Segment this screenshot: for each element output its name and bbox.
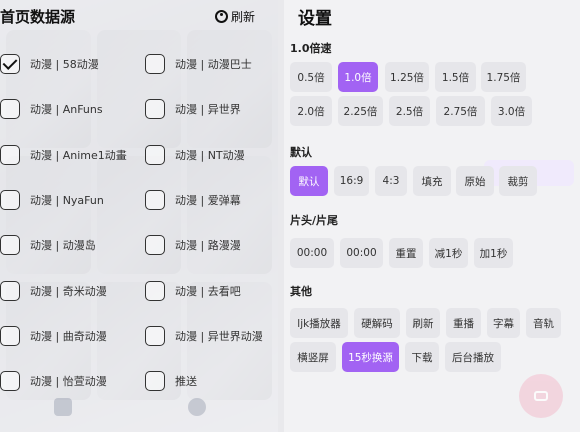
source-label: 动漫 | 动漫巴士 [175, 58, 252, 71]
audio-track-option[interactable]: 音轨 [526, 308, 561, 338]
source-item[interactable]: 动漫 | 异世界 [145, 97, 241, 121]
checkbox[interactable] [0, 190, 20, 210]
source-item[interactable]: 动漫 | 曲奇动漫 [0, 324, 107, 348]
aspect-option[interactable]: 默认 [290, 166, 328, 196]
source-item[interactable]: 动漫 | 爱弹幕 [145, 188, 241, 212]
source-item[interactable]: 动漫 | 动漫岛 [0, 233, 96, 257]
other-label: 其他 [290, 285, 312, 298]
source-label: 动漫 | 动漫岛 [30, 239, 96, 252]
settings-title: 设置 [298, 9, 332, 29]
plus-one-second-button[interactable]: 加1秒 [474, 238, 513, 268]
aspect-option[interactable]: 原始 [456, 166, 494, 196]
checkbox[interactable] [145, 190, 165, 210]
checkbox[interactable] [145, 145, 165, 165]
replay-option[interactable]: 重播 [446, 308, 481, 338]
source-label: 动漫 | 奇米动漫 [30, 285, 107, 298]
source-item[interactable]: 动漫 | 去看吧 [145, 279, 241, 303]
checkbox[interactable] [0, 371, 20, 391]
refresh-option[interactable]: 刷新 [406, 308, 440, 338]
checkbox[interactable] [145, 281, 165, 301]
speed-option[interactable]: 1.5倍 [435, 62, 476, 92]
checkbox[interactable] [145, 235, 165, 255]
aspect-option[interactable]: 4:3 [375, 166, 407, 196]
speed-option[interactable]: 2.75倍 [436, 96, 485, 126]
refresh-label: 刷新 [231, 10, 256, 24]
speed-option[interactable]: 3.0倍 [491, 96, 532, 126]
source-label: 推送 [175, 375, 197, 388]
checkbox[interactable] [0, 281, 20, 301]
source-label: 动漫 | Anime1动畫 [30, 149, 127, 162]
aspect-option[interactable]: 填充 [413, 166, 451, 196]
ijk-player-option[interactable]: ljk播放器 [290, 308, 348, 338]
download-option[interactable]: 下载 [405, 342, 439, 372]
speed-option[interactable]: 2.0倍 [290, 96, 332, 126]
skip-label: 片头/片尾 [290, 214, 339, 227]
aspect-label: 默认 [290, 146, 312, 159]
source-label: 动漫 | 去看吧 [175, 285, 241, 298]
hw-decode-option[interactable]: 硬解码 [354, 308, 400, 338]
source-item[interactable]: 动漫 | NyaFun [0, 188, 104, 212]
source-item[interactable]: 动漫 | NT动漫 [145, 143, 245, 167]
speed-option[interactable]: 2.25倍 [338, 96, 383, 126]
speed-option[interactable]: 1.75倍 [481, 62, 526, 92]
speed-label: 1.0倍速 [290, 42, 332, 55]
source-item[interactable]: 动漫 | Anime1动畫 [0, 143, 127, 167]
data-source-panel: 首页数据源 刷新 动漫 | 58动漫 动漫 | 动漫巴士 动漫 | AnFuns… [0, 0, 278, 432]
chat-icon [534, 391, 548, 401]
profile-icon [188, 398, 206, 416]
source-label: 动漫 | AnFuns [30, 103, 103, 116]
checkbox[interactable] [145, 99, 165, 119]
checkbox[interactable] [0, 235, 20, 255]
source-label: 动漫 | 路漫漫 [175, 239, 241, 252]
subtitle-option[interactable]: 字幕 [487, 308, 520, 338]
rotate-option[interactable]: 横竖屏 [290, 342, 336, 372]
checkbox[interactable] [0, 145, 20, 165]
speed-option[interactable]: 0.5倍 [290, 62, 332, 92]
bottom-tab-bar [40, 396, 240, 430]
source-label: 动漫 | 58动漫 [30, 58, 99, 71]
refresh-icon [215, 10, 228, 23]
source-label: 动漫 | 怡萱动漫 [30, 375, 107, 388]
data-source-title: 首页数据源 [0, 8, 76, 26]
aspect-option[interactable]: 16:9 [334, 166, 369, 196]
checkbox[interactable] [145, 371, 165, 391]
source-label: 动漫 | NT动漫 [175, 149, 245, 162]
source-item[interactable]: 动漫 | 路漫漫 [145, 233, 241, 257]
source-item[interactable]: 动漫 | AnFuns [0, 97, 103, 121]
floating-action-button[interactable] [519, 374, 563, 418]
outro-time[interactable]: 00:00 [340, 238, 383, 268]
source-label: 动漫 | 异世界 [175, 103, 241, 116]
source-switch-option[interactable]: 15秒换源 [342, 342, 399, 372]
source-item[interactable]: 推送 [145, 369, 197, 393]
home-icon [54, 398, 72, 416]
aspect-option[interactable]: 裁剪 [499, 166, 537, 196]
checkbox[interactable] [145, 326, 165, 346]
checkbox[interactable] [0, 54, 20, 74]
data-source-header: 首页数据源 刷新 [0, 6, 278, 30]
intro-time[interactable]: 00:00 [290, 238, 334, 268]
source-label: 动漫 | 曲奇动漫 [30, 330, 107, 343]
checkbox[interactable] [0, 99, 20, 119]
source-item[interactable]: 动漫 | 动漫巴士 [145, 52, 252, 76]
minus-one-second-button[interactable]: 减1秒 [429, 238, 468, 268]
source-item[interactable]: 动漫 | 怡萱动漫 [0, 369, 107, 393]
source-label: 动漫 | NyaFun [30, 194, 104, 207]
player-settings-panel: 设置 1.0倍速 0.5倍 1.0倍 1.25倍 1.5倍 1.75倍 2.0倍… [284, 0, 580, 432]
refresh-button[interactable]: 刷新 [215, 8, 255, 25]
source-label: 动漫 | 爱弹幕 [175, 194, 241, 207]
checkbox[interactable] [0, 326, 20, 346]
speed-option[interactable]: 1.25倍 [385, 62, 429, 92]
speed-option[interactable]: 1.0倍 [338, 62, 378, 92]
source-item[interactable]: 动漫 | 58动漫 [0, 52, 99, 76]
background-play-option[interactable]: 后台播放 [445, 342, 501, 372]
reset-button[interactable]: 重置 [389, 238, 423, 268]
checkbox[interactable] [145, 54, 165, 74]
data-source-content: 首页数据源 刷新 动漫 | 58动漫 动漫 | 动漫巴士 动漫 | AnFuns… [0, 0, 278, 432]
source-item[interactable]: 动漫 | 异世界动漫 [145, 324, 263, 348]
source-item[interactable]: 动漫 | 奇米动漫 [0, 279, 107, 303]
speed-option[interactable]: 2.5倍 [389, 96, 430, 126]
source-label: 动漫 | 异世界动漫 [175, 330, 263, 343]
